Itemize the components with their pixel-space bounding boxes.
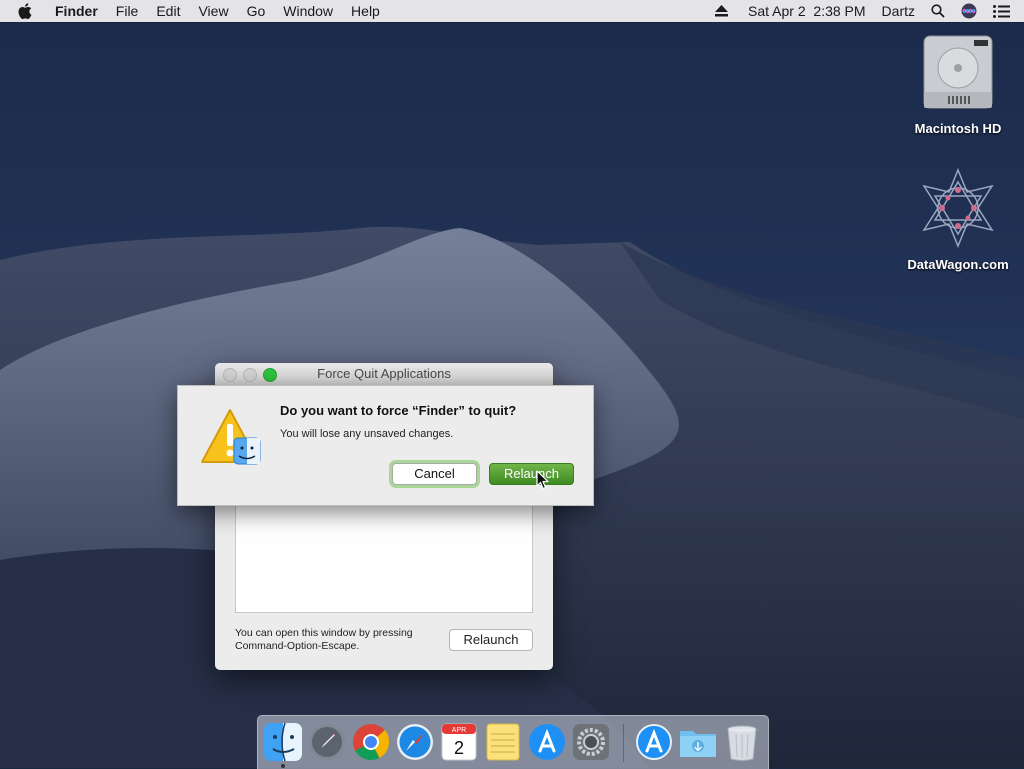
menu-go[interactable]: Go xyxy=(238,0,275,22)
menu-view[interactable]: View xyxy=(189,0,237,22)
minimize-button[interactable] xyxy=(243,368,257,382)
shortcut-note: You can open this window by pressing Com… xyxy=(235,627,445,653)
eject-icon[interactable] xyxy=(707,5,736,17)
menu-edit[interactable]: Edit xyxy=(147,0,189,22)
warning-finder-icon xyxy=(201,409,261,465)
menu-user[interactable]: Dartz xyxy=(874,0,923,22)
calendar-icon[interactable]: APR 2 xyxy=(439,722,479,762)
chrome-icon[interactable] xyxy=(351,722,391,762)
menu-file[interactable]: File xyxy=(107,0,148,22)
running-indicator xyxy=(281,764,285,768)
calendar-month: APR xyxy=(452,727,466,734)
alert-relaunch-button[interactable]: Relaunch xyxy=(489,463,574,485)
desktop-icon-label: DataWagon.com xyxy=(907,257,1009,272)
notification-center-icon[interactable] xyxy=(985,4,1024,18)
trash-icon[interactable] xyxy=(722,722,762,762)
mouse-cursor-icon xyxy=(536,470,549,490)
notes-icon[interactable] xyxy=(483,722,523,762)
spotlight-search-icon[interactable] xyxy=(923,4,953,18)
window-titlebar[interactable]: Force Quit Applications xyxy=(215,363,553,386)
hard-drive-icon xyxy=(923,35,993,109)
apple-menu-icon[interactable] xyxy=(18,0,38,22)
application-list[interactable] xyxy=(235,503,533,613)
finder-icon[interactable] xyxy=(263,722,303,762)
menu-bar: Finder File Edit View Go Window Help Sat… xyxy=(0,0,1024,22)
menu-app-name[interactable]: Finder xyxy=(46,0,107,22)
dock: APR 2 xyxy=(257,715,769,769)
safari-icon[interactable] xyxy=(395,722,435,762)
system-preferences-icon[interactable] xyxy=(571,722,611,762)
shortcut-note-line1: You can open this window by pressing xyxy=(235,627,413,639)
menu-clock[interactable]: Sat Apr 2 2:38 PM xyxy=(736,0,874,22)
window-title: Force Quit Applications xyxy=(317,366,451,381)
calendar-day: 2 xyxy=(454,738,464,758)
datawagon-logo-icon xyxy=(922,168,994,248)
zoom-button[interactable] xyxy=(263,368,277,382)
app-store-icon[interactable] xyxy=(527,722,567,762)
cancel-button[interactable]: Cancel xyxy=(392,463,477,485)
app-store-download-icon[interactable] xyxy=(634,722,674,762)
relaunch-button[interactable]: Relaunch xyxy=(449,629,533,651)
menu-window[interactable]: Window xyxy=(274,0,342,22)
siri-icon[interactable] xyxy=(953,3,985,19)
desktop-icon-datawagon[interactable]: DataWagon.com xyxy=(898,168,1018,272)
dock-separator xyxy=(623,724,624,762)
alert-message: You will lose any unsaved changes. xyxy=(280,428,454,440)
shortcut-note-line2: Command-Option-Escape. xyxy=(235,640,360,652)
desktop-icon-macintosh-hd[interactable]: Macintosh HD xyxy=(898,32,1018,136)
force-quit-alert: Do you want to force “Finder” to quit? Y… xyxy=(177,385,594,506)
alert-title: Do you want to force “Finder” to quit? xyxy=(280,403,517,418)
downloads-folder-icon[interactable] xyxy=(678,722,718,762)
menu-help[interactable]: Help xyxy=(342,0,389,22)
desktop-icon-label: Macintosh HD xyxy=(914,121,1002,136)
launchpad-icon[interactable] xyxy=(307,722,347,762)
close-button[interactable] xyxy=(223,368,237,382)
